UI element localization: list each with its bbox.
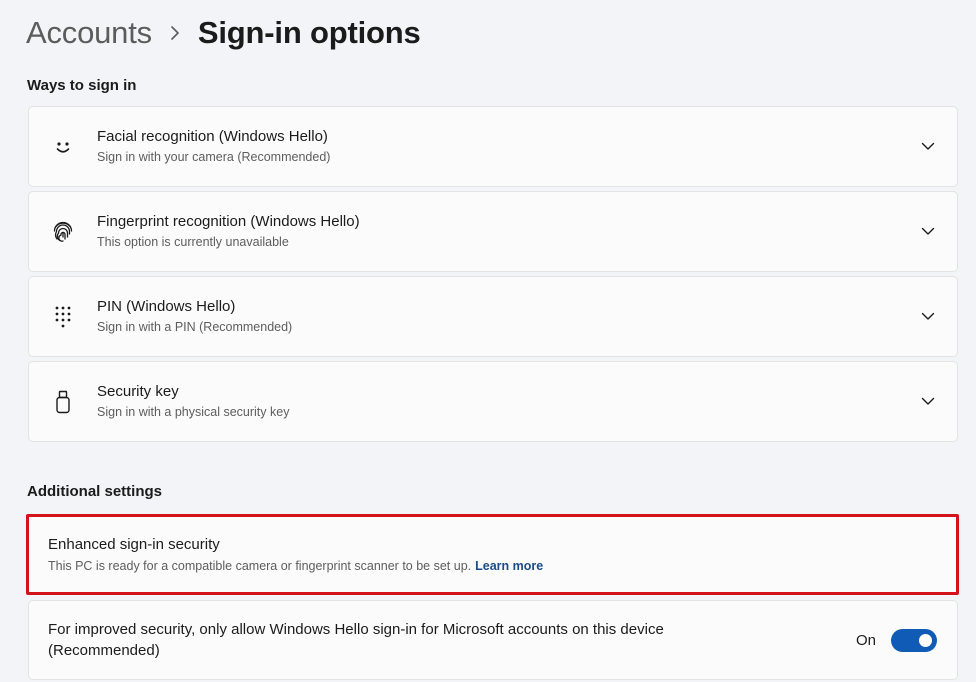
pin-title: PIN (Windows Hello) [97,298,236,315]
toggle-knob [919,633,932,647]
chevron-down-icon[interactable] [899,277,957,356]
enhanced-sign-in-title: Enhanced sign-in security [48,536,220,553]
windows-hello-only-line2: (Recommended) [48,642,160,659]
security-key-subtitle: Sign in with a physical security key [97,405,290,419]
toggle-area: On [855,628,937,652]
windows-hello-only-setting: For improved security, only allow Window… [28,600,958,680]
usb-key-icon [29,362,97,441]
fingerprint-recognition-title: Fingerprint recognition (Windows Hello) [97,213,360,230]
windows-hello-only-text: For improved security, only allow Window… [48,619,856,661]
security-key-card[interactable]: Security key Sign in with a physical sec… [28,361,958,442]
windows-hello-only-toggle[interactable] [891,628,937,652]
pin-subtitle: Sign in with a PIN (Recommended) [97,320,293,334]
chevron-down-icon[interactable] [899,107,957,186]
facial-recognition-subtitle: Sign in with your camera (Recommended) [97,150,331,164]
section-title-ways: Ways to sign in [27,77,137,94]
enhanced-sign-in-description: This PC is ready for a compatible camera… [48,559,472,573]
toggle-state-label: On [855,631,876,649]
security-key-title: Security key [97,383,179,400]
page-title: Sign-in options [197,15,421,50]
chevron-down-icon[interactable] [899,362,957,441]
section-title-additional: Additional settings [27,483,162,500]
chevron-right-icon [152,26,198,40]
breadcrumb-accounts[interactable]: Accounts [26,15,152,51]
windows-hello-only-line1: For improved security, only allow Window… [48,621,664,638]
pin-card[interactable]: PIN (Windows Hello) Sign in with a PIN (… [28,276,958,357]
facial-recognition-title: Facial recognition (Windows Hello) [97,128,328,145]
enhanced-sign-in-subtitle: This PC is ready for a compatible camera… [48,557,956,575]
pin-keypad-icon [29,277,97,356]
enhanced-sign-in-security-card: Enhanced sign-in security This PC is rea… [26,514,959,595]
learn-more-link[interactable]: Learn more [475,559,543,573]
smile-face-icon [29,107,97,186]
chevron-down-icon[interactable] [899,192,957,271]
fingerprint-icon [29,192,97,271]
breadcrumb: Accounts Sign-in options [26,12,421,54]
facial-recognition-card[interactable]: Facial recognition (Windows Hello) Sign … [28,106,958,187]
fingerprint-recognition-card[interactable]: Fingerprint recognition (Windows Hello) … [28,191,958,272]
fingerprint-recognition-subtitle: This option is currently unavailable [97,235,289,249]
